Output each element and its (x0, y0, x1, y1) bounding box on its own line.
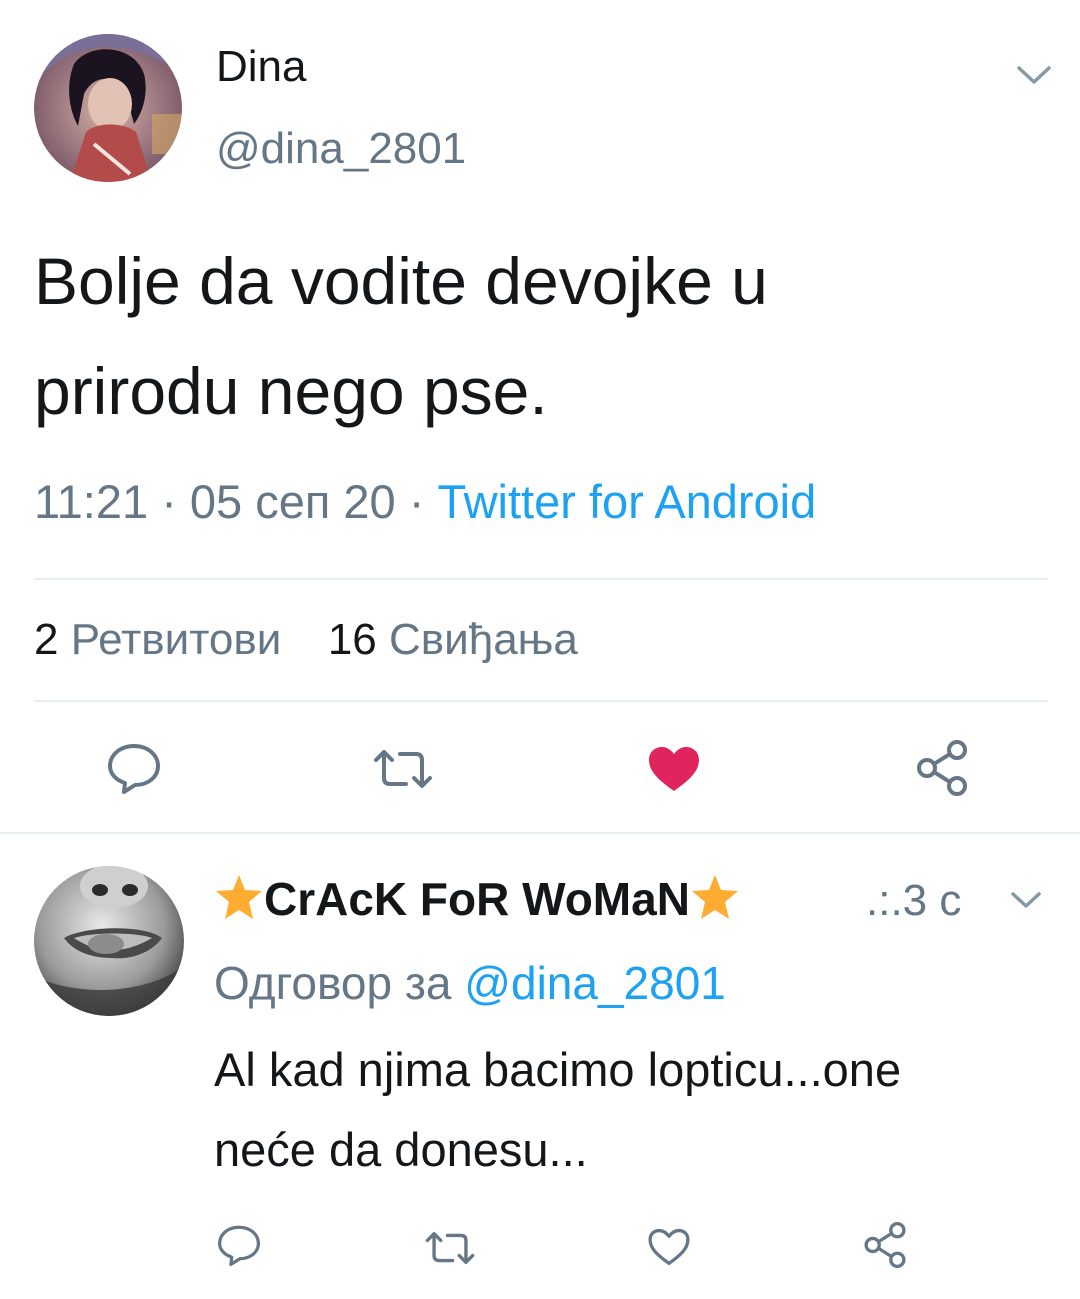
reply-icon (218, 1225, 260, 1266)
retweets-label: Ретвитови (70, 615, 282, 664)
retweet-icon (425, 1232, 475, 1264)
likes-label: Свиђања (389, 615, 578, 664)
chevron-down-icon[interactable] (1010, 890, 1046, 912)
heart-filled-icon (649, 747, 699, 791)
tweet-meta: 11:21 · 05 сеп 20 · Twitter for Android (34, 474, 816, 529)
author-name[interactable]: Dina (216, 42, 307, 92)
retweets-count: 2 (34, 615, 59, 664)
likes-stat[interactable]: 16 Свиђања (328, 615, 578, 664)
retweet-icon (374, 750, 432, 788)
replying-to: Одговор за @dina_2801 (214, 956, 726, 1010)
profile-photo-face-bw (34, 866, 184, 1016)
tweet-stats: 2 Ретвитови 16 Свиђања (34, 615, 578, 665)
reply-text-line: neće da donesu... (214, 1123, 588, 1176)
share-button[interactable] (914, 738, 970, 798)
share-icon (864, 1222, 906, 1268)
reply-reply-button[interactable] (216, 1224, 262, 1266)
tweet-source-link[interactable]: Twitter for Android (437, 475, 816, 528)
reply-time: .:.3 с (866, 876, 962, 925)
like-button[interactable] (646, 744, 702, 794)
section-divider (0, 832, 1080, 834)
divider (34, 578, 1048, 580)
meta-separator: · (408, 475, 425, 528)
star-emoji-icon (216, 875, 262, 919)
retweets-stat[interactable]: 2 Ретвитови (34, 615, 281, 664)
replying-prefix: Одговор за (214, 957, 452, 1009)
chevron-down-icon[interactable] (1016, 64, 1052, 86)
share-icon (917, 740, 967, 796)
divider (34, 700, 1048, 702)
reply-icon (108, 744, 160, 794)
reply-like-button[interactable] (646, 1226, 692, 1268)
reply-share-button[interactable] (862, 1220, 908, 1270)
meta-separator: · (161, 475, 177, 528)
reply-retweet-button[interactable] (424, 1230, 476, 1266)
author-handle[interactable]: @dina_2801 (216, 124, 466, 174)
reply-button[interactable] (106, 742, 162, 794)
reply-text-line: Al kad njima bacimo lopticu...one (214, 1043, 902, 1096)
tweet-text: Bolje da vodite devojke u prirodu nego p… (34, 226, 1054, 446)
author-avatar[interactable] (34, 34, 182, 182)
profile-photo-woman (34, 34, 182, 182)
retweet-button[interactable] (372, 748, 434, 790)
likes-count: 16 (327, 615, 377, 664)
reply-author-name[interactable]: CrAcK FoR WoMaN (214, 872, 740, 926)
reply-text: Al kad njima bacimo lopticu...one neće d… (214, 1030, 1064, 1190)
reply-author-avatar[interactable] (34, 866, 184, 1016)
tweet-text-line: Bolje da vodite devojke u (34, 244, 768, 318)
tweet-time: 11:21 (34, 475, 149, 528)
tweet-text-line: prirodu nego pse. (34, 354, 548, 428)
replying-to-handle[interactable]: @dina_2801 (464, 957, 726, 1009)
reply-author-name-text: CrAcK FoR WoMaN (264, 873, 690, 925)
heart-outline-icon (648, 1228, 690, 1266)
tweet-date: 05 сеп 20 (189, 475, 396, 528)
star-emoji-icon (691, 875, 738, 919)
